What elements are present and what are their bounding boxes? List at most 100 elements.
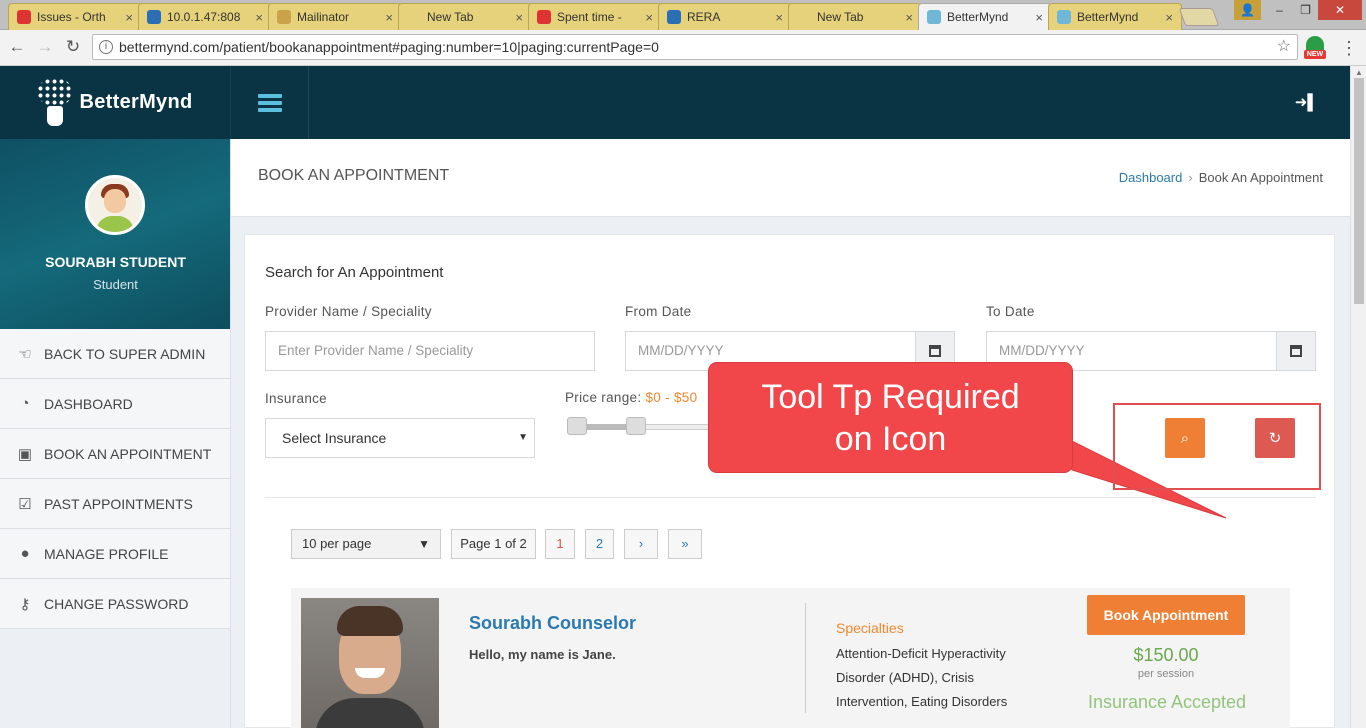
browser-tab[interactable]: New Tab × — [398, 3, 532, 30]
browser-tab[interactable]: RERA × — [658, 3, 792, 30]
annotation-highlight-box — [1113, 403, 1321, 490]
annotation-callout: Tool Tp Required on Icon — [709, 363, 1072, 472]
extension-icon[interactable]: NEW — [1304, 36, 1326, 60]
sidebar-item-label: DASHBOARD — [44, 395, 133, 412]
browser-tab[interactable]: Issues - Orth × — [8, 3, 142, 30]
minimize-icon[interactable]: – — [1266, 0, 1293, 20]
sidebar-item-manage-profile[interactable]: ● MANAGE PROFILE — [0, 529, 230, 579]
tab-close-icon[interactable]: × — [645, 10, 653, 25]
back-icon[interactable]: ← — [6, 37, 28, 57]
sidebar-item-label: PAST APPOINTMENTS — [44, 495, 193, 512]
breadcrumb-dashboard-link[interactable]: Dashboard — [1119, 170, 1183, 185]
tab-title: Issues - Orth — [37, 10, 106, 24]
dashboard-icon: ◔ — [20, 395, 30, 412]
browser-tab[interactable]: New Tab × — [788, 3, 922, 30]
book-appointment-button[interactable]: Book Appointment — [1087, 595, 1245, 635]
counselor-intro: Hello, my name is Jane. — [469, 647, 616, 662]
price-range-value: $0 - $50 — [645, 390, 698, 405]
slider-min-handle[interactable] — [567, 417, 587, 435]
insurance-label: Insurance — [265, 391, 327, 406]
browser-menu-icon[interactable]: ⋮ — [1340, 38, 1358, 59]
sidebar-item-book-an-appointment[interactable]: ▣ BOOK AN APPOINTMENT — [0, 429, 230, 479]
tab-favicon-icon — [1057, 10, 1071, 24]
browser-tab[interactable]: BetterMynd × — [918, 3, 1052, 30]
price-range-slider[interactable] — [567, 417, 717, 435]
divider — [265, 497, 1316, 498]
search-heading: Search for An Appointment — [265, 264, 444, 281]
dropdown-caret-icon: ▼ — [418, 537, 430, 551]
card-divider — [805, 603, 806, 713]
scrollbar-thumb[interactable] — [1354, 78, 1364, 304]
insurance-selected-value: Select Insurance — [282, 430, 387, 446]
page-2-button[interactable]: 2 — [585, 529, 614, 559]
tab-title: New Tab — [427, 10, 474, 24]
menu-toggle-icon[interactable] — [231, 66, 309, 139]
tab-title: New Tab — [817, 10, 864, 24]
tab-close-icon[interactable]: × — [1165, 10, 1173, 25]
tab-close-icon[interactable]: × — [385, 10, 393, 25]
avatar — [85, 175, 145, 235]
tab-favicon-icon — [667, 10, 681, 24]
next-page-button[interactable]: › — [624, 529, 658, 559]
info-icon[interactable]: i — [99, 40, 113, 54]
counselor-name-link[interactable]: Sourabh Counselor — [469, 613, 636, 634]
slider-max-handle[interactable] — [625, 417, 646, 435]
close-window-icon[interactable]: ✕ — [1318, 0, 1362, 20]
sidebar-item-past-appointments[interactable]: ☑ PAST APPOINTMENTS — [0, 479, 230, 529]
last-page-button[interactable]: » — [668, 529, 702, 559]
to-date-label: To Date — [986, 304, 1035, 319]
specialties-list: Attention-Deficit Hyperactivity Disorder… — [836, 646, 1008, 709]
insurance-accepted: Insurance Accepted — [1087, 692, 1247, 712]
sidebar-item-dashboard[interactable]: ◔ DASHBOARD — [0, 379, 230, 429]
url-input[interactable]: i bettermynd.com/patient/bookanappointme… — [92, 34, 1298, 60]
tab-favicon-icon — [277, 10, 291, 24]
tab-title: 10.0.1.47:808 — [167, 10, 241, 24]
per-page-value: 10 per page — [302, 536, 372, 551]
annotation-line-2: on Icon — [834, 420, 947, 458]
user-role: Student — [93, 277, 138, 292]
provider-input[interactable]: Enter Provider Name / Speciality — [265, 331, 595, 371]
browser-tab[interactable]: Spent time - × — [528, 3, 662, 30]
forward-icon[interactable]: → — [34, 37, 56, 57]
sidebar-item-label: MANAGE PROFILE — [44, 545, 169, 562]
page-scrollbar[interactable]: ▲ — [1350, 66, 1366, 728]
calendar-check-icon: ☑ — [18, 495, 32, 513]
calendar-icon — [1290, 345, 1302, 357]
tab-close-icon[interactable]: × — [515, 10, 523, 25]
maximize-icon[interactable]: ❐ — [1292, 0, 1319, 20]
tab-close-icon[interactable]: × — [255, 10, 263, 25]
extension-badge: NEW — [1304, 50, 1326, 59]
key-icon: ⚷ — [19, 595, 31, 613]
tab-close-icon[interactable]: × — [905, 10, 913, 25]
page-1-button[interactable]: 1 — [545, 529, 575, 559]
logout-icon[interactable]: ➜▌ — [1295, 93, 1318, 111]
to-date-calendar-button[interactable] — [1276, 331, 1316, 371]
logo-icon — [37, 77, 74, 128]
tab-favicon-icon — [797, 10, 811, 24]
per-page-select[interactable]: 10 per page ▼ — [291, 529, 441, 559]
session-price: $150.00 — [1133, 645, 1199, 665]
browser-tab[interactable]: 10.0.1.47:808 × — [138, 3, 272, 30]
bookmark-star-icon[interactable]: ☆ — [1277, 35, 1291, 59]
sidebar-item-label: BACK TO SUPER ADMIN — [44, 345, 206, 362]
sidebar-item-change-password[interactable]: ⚷ CHANGE PASSWORD — [0, 579, 230, 629]
tab-close-icon[interactable]: × — [125, 10, 133, 25]
tab-close-icon[interactable]: × — [775, 10, 783, 25]
tab-favicon-icon — [537, 10, 551, 24]
scroll-up-icon[interactable]: ▲ — [1355, 68, 1363, 77]
reload-icon[interactable]: ↻ — [62, 37, 84, 57]
browser-tab[interactable]: Mailinator × — [268, 3, 402, 30]
calendar-plus-icon: ▣ — [17, 445, 33, 463]
tab-favicon-icon — [147, 10, 161, 24]
brand-logo[interactable]: BetterMynd — [0, 66, 231, 139]
sidebar-item-back-to-super-admin[interactable]: ☜ BACK TO SUPER ADMIN — [0, 329, 230, 379]
hand-point-left-icon: ☜ — [18, 345, 32, 363]
profile-icon[interactable]: 👤 — [1234, 0, 1261, 20]
tab-title: BetterMynd — [947, 10, 1009, 24]
browser-tab[interactable]: BetterMynd × — [1048, 3, 1182, 30]
insurance-select[interactable]: Select Insurance ▼ — [265, 418, 535, 458]
breadcrumb-separator: › — [1188, 170, 1193, 185]
to-date-placeholder: MM/DD/YYYY — [999, 343, 1085, 358]
tab-close-icon[interactable]: × — [1035, 10, 1043, 25]
new-tab-button[interactable] — [1178, 8, 1220, 26]
